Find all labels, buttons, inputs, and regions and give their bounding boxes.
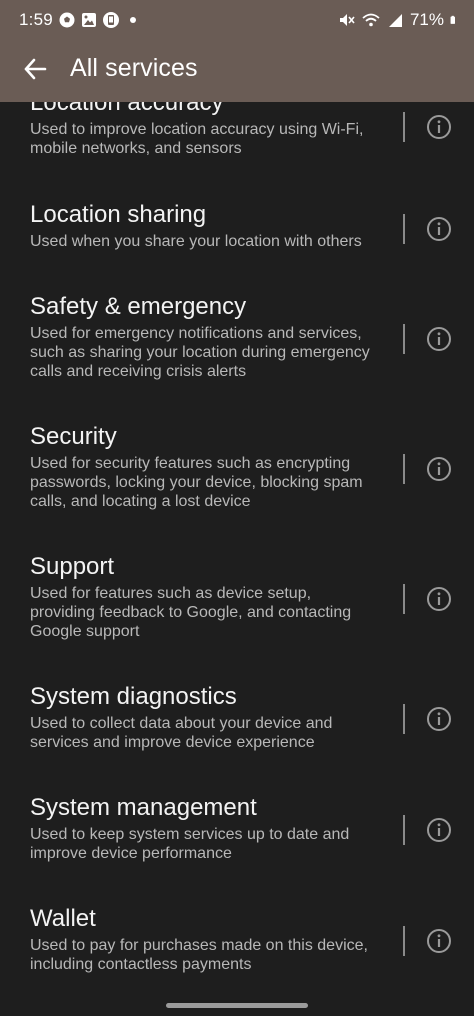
info-icon[interactable]: [426, 586, 452, 612]
divider: [403, 324, 405, 354]
back-arrow-icon: [24, 58, 47, 80]
signal-icon: [388, 14, 402, 27]
info-icon[interactable]: [426, 928, 452, 954]
service-description: Used to collect data about your device a…: [30, 715, 333, 751]
service-description: Used for security features such as encry…: [30, 455, 363, 510]
service-description: Used for emergency notifications and ser…: [30, 325, 370, 380]
mute-icon: [339, 14, 355, 26]
divider: [403, 704, 405, 734]
notification-icons: [58, 11, 136, 29]
divider: [403, 454, 405, 484]
service-item-system-management[interactable]: System management Used to keep system se…: [0, 793, 474, 883]
service-name: Location accuracy: [30, 102, 224, 116]
service-name: Wallet: [30, 905, 96, 932]
service-item-support[interactable]: Support Used for features such as device…: [0, 552, 474, 662]
service-name: Security: [30, 423, 117, 450]
service-name: Location sharing: [30, 201, 207, 228]
service-item-security[interactable]: Security Used for security features such…: [0, 422, 474, 532]
divider: [403, 112, 405, 142]
wifi-icon: [362, 13, 380, 27]
system-icons: 71%: [338, 10, 460, 30]
status-bar: 1:59 71%: [0, 0, 474, 40]
divider: [403, 926, 405, 956]
info-icon[interactable]: [426, 216, 452, 242]
battery-percentage: 71%: [409, 10, 444, 29]
info-icon[interactable]: [426, 114, 452, 140]
service-item-wallet[interactable]: Wallet Used to pay for purchases made on…: [0, 904, 474, 994]
app-bar: All services: [0, 44, 474, 92]
back-button[interactable]: [18, 52, 52, 86]
soccer-ball-icon: [59, 12, 75, 28]
service-description: Used to improve location accuracy using …: [30, 121, 364, 157]
service-item-system-diagnostics[interactable]: System diagnostics Used to collect data …: [0, 682, 474, 772]
service-name: System management: [30, 794, 257, 821]
more-notifications-dot: [130, 17, 136, 23]
divider: [403, 214, 405, 244]
divider: [403, 815, 405, 845]
service-description: Used for features such as device setup, …: [30, 585, 352, 640]
service-name: Support: [30, 553, 115, 580]
service-name: System diagnostics: [30, 683, 237, 710]
gesture-navigation-handle[interactable]: [166, 1003, 308, 1008]
page-title: All services: [70, 54, 198, 82]
info-icon[interactable]: [426, 326, 452, 352]
divider: [403, 584, 405, 614]
services-list[interactable]: Location accuracy Used to improve locati…: [0, 102, 474, 1016]
top-bar: 1:59 71% All services: [0, 0, 474, 102]
info-icon[interactable]: [426, 456, 452, 482]
service-item-safety-emergency[interactable]: Safety & emergency Used for emergency no…: [0, 292, 474, 402]
service-description: Used to keep system services up to date …: [30, 826, 350, 862]
phone-notification-icon: [103, 12, 119, 28]
service-name: Safety & emergency: [30, 293, 247, 320]
service-description: Used when you share your location with o…: [30, 233, 362, 250]
service-item-location-sharing[interactable]: Location sharing Used when you share you…: [0, 200, 474, 270]
info-icon[interactable]: [426, 706, 452, 732]
status-time: 1:59: [19, 10, 53, 29]
info-icon[interactable]: [426, 817, 452, 843]
service-item-location-accuracy[interactable]: Location accuracy Used to improve locati…: [0, 102, 474, 176]
service-description: Used to pay for purchases made on this d…: [30, 937, 368, 973]
gallery-icon: [82, 13, 96, 27]
battery-icon: [450, 15, 455, 24]
